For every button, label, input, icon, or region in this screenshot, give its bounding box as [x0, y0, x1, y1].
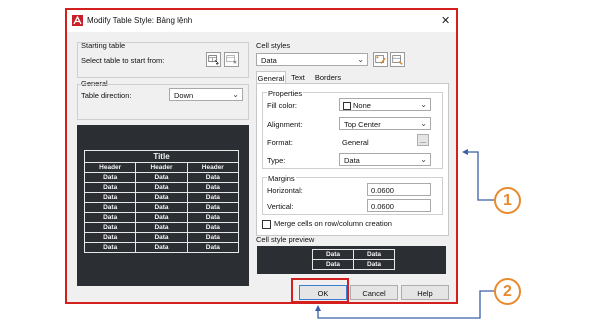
arrow-2 [317, 290, 494, 319]
arrow-1 [464, 151, 494, 201]
annotation-badge-2: 2 [494, 278, 521, 305]
annotation-badge-1: 1 [494, 187, 521, 214]
arrow-2-head [315, 305, 321, 311]
arrow-1-head [462, 149, 468, 155]
